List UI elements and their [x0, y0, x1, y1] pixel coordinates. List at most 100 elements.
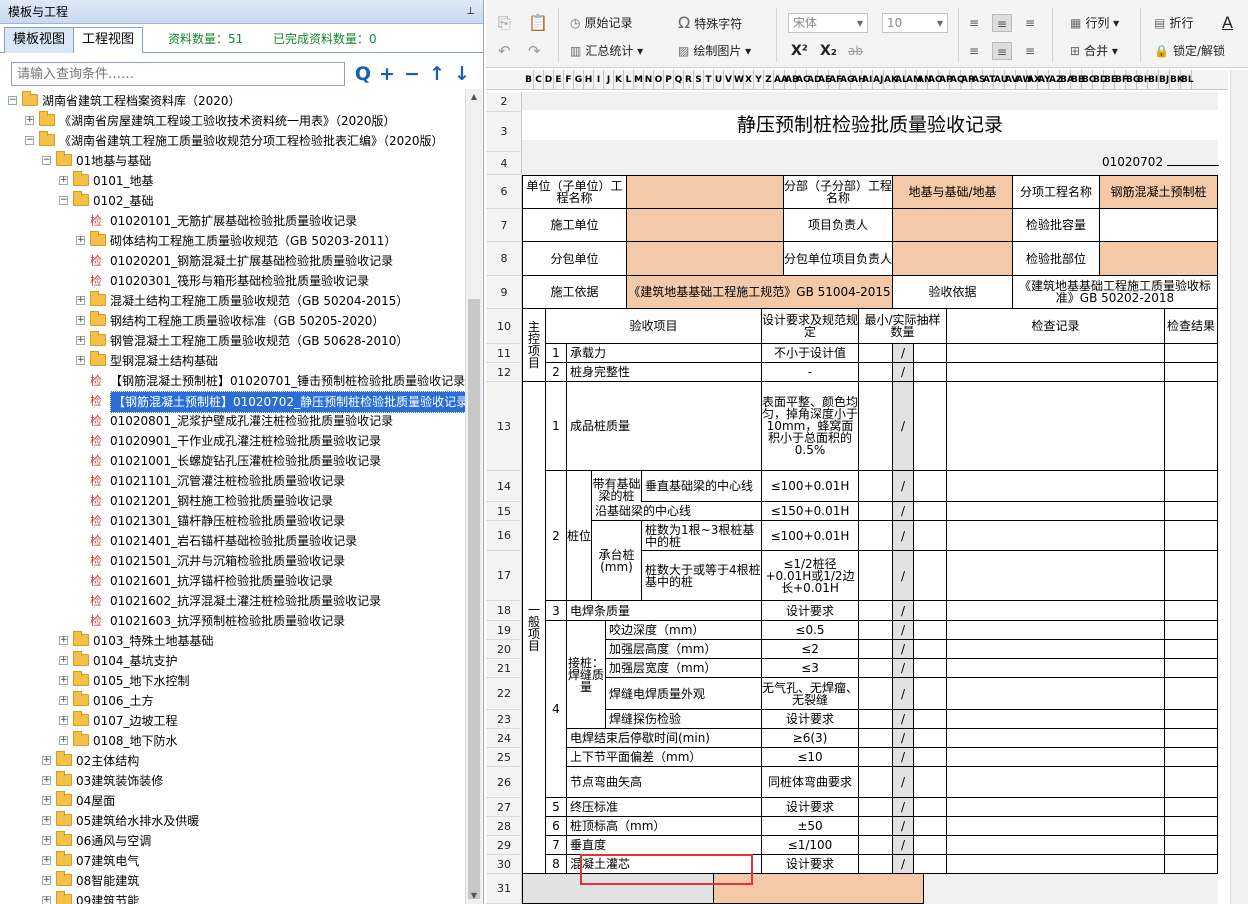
sample-min-field[interactable] [859, 836, 893, 855]
row-number[interactable]: 27 [486, 798, 522, 817]
column-label[interactable]: BD [1093, 70, 1107, 89]
sample-actual-field[interactable] [914, 551, 947, 601]
font-family-select[interactable]: 宋体 [788, 13, 868, 33]
expand-icon[interactable]: + [42, 756, 51, 765]
column-label[interactable]: V [724, 70, 734, 89]
row-col-button[interactable]: ▦ 行列 ▾ [1070, 12, 1119, 34]
row-number[interactable]: 20 [486, 640, 522, 659]
column-label[interactable]: AA [774, 70, 788, 89]
column-label[interactable]: K [614, 70, 624, 89]
column-label[interactable]: O [654, 70, 664, 89]
expand-icon[interactable]: + [76, 356, 85, 365]
tree-node[interactable]: 检 01020201_钢筋混凝土扩展基础检验批质量验收记录 [0, 251, 465, 271]
column-label[interactable]: F [564, 70, 574, 89]
result-field[interactable] [1165, 798, 1218, 817]
wrap-button[interactable]: ▤ 折行 [1154, 12, 1193, 34]
column-label[interactable]: AP [939, 70, 953, 89]
row-number[interactable]: 29 [486, 836, 522, 855]
draw-image-button[interactable]: ▨ 绘制图片 ▾ [678, 40, 751, 62]
signature-field[interactable] [714, 874, 924, 904]
result-field[interactable] [1165, 836, 1218, 855]
tab-project-view[interactable]: 工程视图 [73, 27, 144, 53]
superscript-button[interactable]: X² [791, 40, 808, 62]
tree-node[interactable]: − 《湖南省建筑工程施工质量验收规范分项工程检验批表汇编》（2020版） [0, 131, 465, 151]
sample-min-field[interactable] [859, 521, 893, 551]
row-number[interactable]: 26 [486, 767, 522, 798]
row-number[interactable]: 21 [486, 659, 522, 678]
align-middle-icon[interactable]: ≡ [992, 14, 1012, 32]
expand-icon[interactable]: + [59, 176, 68, 185]
record-field[interactable] [947, 710, 1165, 729]
column-label[interactable]: AO [928, 70, 943, 89]
record-field[interactable] [947, 855, 1165, 874]
collapse-icon[interactable]: − [8, 96, 17, 105]
row-number[interactable]: 4 [486, 152, 522, 175]
sample-actual-field[interactable] [914, 748, 947, 767]
tree-node[interactable]: 检 01020801_泥浆护壁成孔灌注桩检验批质量验收记录 [0, 411, 465, 431]
column-label[interactable]: AR [961, 70, 975, 89]
row-number[interactable]: 28 [486, 817, 522, 836]
row-number[interactable]: 16 [486, 521, 522, 551]
column-label[interactable]: AS [972, 70, 985, 89]
sample-actual-field[interactable] [914, 729, 947, 748]
column-label[interactable]: T [704, 70, 714, 89]
record-field[interactable] [947, 767, 1165, 798]
expand-icon[interactable]: + [42, 876, 51, 885]
row-number[interactable]: 25 [486, 748, 522, 767]
row-number[interactable]: 23 [486, 710, 522, 729]
tree-node[interactable]: +05建筑给水排水及供暖 [0, 811, 465, 831]
column-label[interactable]: BA [1060, 70, 1074, 89]
column-label[interactable]: G [574, 70, 584, 89]
expand-icon[interactable]: + [59, 696, 68, 705]
move-down-icon[interactable]: ↓ [452, 62, 472, 86]
tree-node[interactable]: +07建筑电气 [0, 851, 465, 871]
sample-actual-field[interactable] [914, 678, 947, 710]
tree-node[interactable]: 检 01021601_抗浮锚杆检验批质量验收记录 [0, 571, 465, 591]
column-label[interactable]: AV [1005, 70, 1018, 89]
pm-field[interactable] [893, 209, 1013, 242]
result-field[interactable] [1165, 729, 1218, 748]
capacity-field[interactable] [1100, 209, 1218, 242]
result-field[interactable] [1165, 382, 1218, 471]
record-field[interactable] [947, 640, 1165, 659]
sample-actual-field[interactable] [914, 601, 947, 621]
column-label[interactable]: AJ [873, 70, 884, 89]
tree-node[interactable]: − 01地基与基础 [0, 151, 465, 171]
column-label[interactable]: Y [754, 70, 764, 89]
column-label[interactable]: AL [895, 70, 908, 89]
row-number[interactable]: 10 [486, 309, 522, 344]
tree-node[interactable]: +09建筑节能 [0, 891, 465, 904]
record-field[interactable] [947, 363, 1165, 382]
row-number[interactable]: 19 [486, 621, 522, 640]
column-label[interactable]: BE [1104, 70, 1117, 89]
tree-node[interactable]: − 0102_基础 [0, 191, 465, 211]
tree-node[interactable]: 检 01021501_沉井与沉箱检验批质量验收记录 [0, 551, 465, 571]
sub-pm-field[interactable] [893, 242, 1013, 276]
sample-min-field[interactable] [859, 640, 893, 659]
column-label[interactable]: AB [785, 70, 799, 89]
row-number[interactable]: 6 [486, 175, 522, 209]
result-field[interactable] [1165, 659, 1218, 678]
scroll-down-icon[interactable]: ▼ [466, 888, 482, 904]
result-field[interactable] [1165, 817, 1218, 836]
result-field[interactable] [1165, 601, 1218, 621]
column-label[interactable]: AT [983, 70, 995, 89]
sample-min-field[interactable] [859, 551, 893, 601]
sample-actual-field[interactable] [914, 382, 947, 471]
align-bottom-icon[interactable]: ≡ [1020, 14, 1040, 32]
column-label[interactable]: AM [906, 70, 922, 89]
sample-min-field[interactable] [859, 382, 893, 471]
column-label[interactable]: J [604, 70, 614, 89]
special-char-button[interactable]: Ω 特殊字符 [678, 12, 742, 34]
sheet-scrollbar[interactable] [1230, 70, 1248, 904]
row-number[interactable]: 14 [486, 471, 522, 502]
column-label[interactable]: AW [1016, 70, 1033, 89]
tree-node[interactable]: +0105_地下水控制 [0, 671, 465, 691]
record-field[interactable] [947, 382, 1165, 471]
row-number[interactable]: 3 [486, 112, 522, 152]
tree-node[interactable]: +0104_基坑支护 [0, 651, 465, 671]
record-field[interactable] [947, 817, 1165, 836]
tree-node[interactable]: +02主体结构 [0, 751, 465, 771]
sample-min-field[interactable] [859, 729, 893, 748]
sample-actual-field[interactable] [914, 855, 947, 874]
